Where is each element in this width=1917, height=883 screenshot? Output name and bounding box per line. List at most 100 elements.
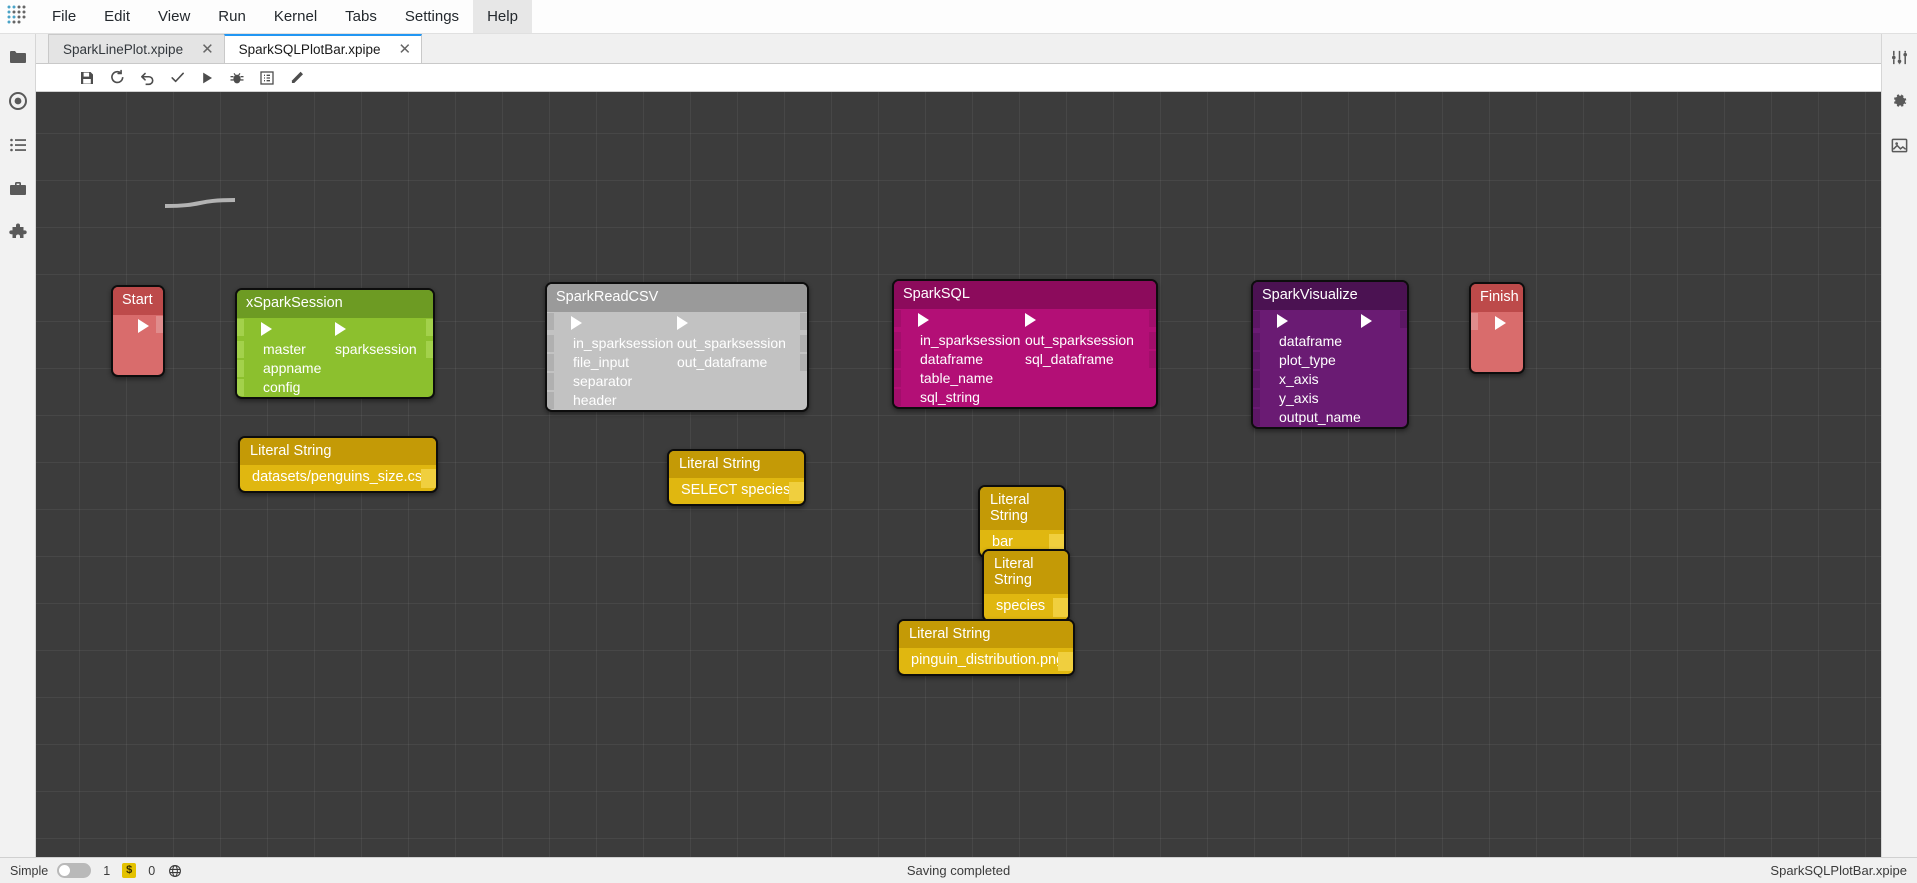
menu-item-kernel[interactable]: Kernel (260, 0, 331, 33)
input-port[interactable] (1253, 310, 1260, 328)
menu-item-run[interactable]: Run (204, 0, 260, 33)
output-port[interactable] (426, 340, 433, 358)
literal-node-lit-bar[interactable]: Literal String bar (978, 485, 1066, 558)
image-icon[interactable] (1889, 134, 1911, 156)
output-port[interactable] (1053, 598, 1068, 617)
input-port-row[interactable]: in_sparksession (894, 331, 1025, 350)
output-port[interactable] (1058, 652, 1073, 671)
exec-out-triangle-icon[interactable] (138, 318, 149, 333)
pencil-button[interactable] (284, 66, 310, 90)
output-port-row[interactable]: out_sparksession (677, 334, 807, 353)
input-port[interactable] (237, 340, 244, 358)
debug-button[interactable] (224, 66, 250, 90)
input-port-row[interactable]: config (237, 378, 335, 397)
input-port[interactable] (1253, 351, 1260, 369)
input-port[interactable] (894, 331, 901, 349)
input-port[interactable] (1253, 389, 1260, 407)
briefcase-icon[interactable] (7, 178, 29, 200)
input-port[interactable] (547, 391, 554, 409)
input-port[interactable] (894, 369, 901, 387)
input-port-row[interactable]: appname (237, 359, 335, 378)
exec-in-triangle-icon[interactable] (1495, 315, 1506, 330)
output-port-row[interactable]: sparksession (335, 340, 433, 359)
circle-record-icon[interactable] (7, 90, 29, 112)
validate-button[interactable] (164, 66, 190, 90)
output-port-row[interactable]: sql_dataframe (1025, 350, 1156, 369)
menu-item-edit[interactable]: Edit (90, 0, 144, 33)
pipeline-canvas-wrapper[interactable]: Start xSparkSession master appname config spa… (36, 92, 1881, 857)
input-port-row[interactable]: plot_type (1253, 351, 1361, 370)
output-port[interactable] (1149, 309, 1156, 327)
input-port-row[interactable]: header (547, 391, 677, 410)
output-port[interactable] (800, 353, 807, 371)
literal-node-lit-penguins[interactable]: Literal String datasets/penguins_size.csv (238, 436, 438, 493)
literal-value[interactable]: species (984, 594, 1068, 620)
menu-item-tabs[interactable]: Tabs (331, 0, 391, 33)
input-port[interactable] (1253, 370, 1260, 388)
menu-item-help[interactable]: Help (473, 0, 532, 33)
node-start[interactable]: Start (111, 285, 165, 377)
output-port-row[interactable]: out_dataframe (677, 353, 807, 372)
pipeline-canvas[interactable]: Start xSparkSession master appname config spa… (36, 92, 1881, 857)
output-port[interactable] (426, 318, 433, 336)
input-port-row[interactable]: master (237, 340, 335, 359)
node-finish[interactable]: Finish (1469, 282, 1525, 374)
gear-icon[interactable] (1889, 90, 1911, 112)
input-port-row[interactable]: in_sparksession (547, 334, 677, 353)
output-port[interactable] (800, 334, 807, 352)
input-port[interactable] (1471, 312, 1478, 330)
puzzle-icon[interactable] (7, 222, 29, 244)
folder-icon[interactable] (7, 46, 29, 68)
input-port-row[interactable]: x_axis (1253, 370, 1361, 389)
output-port[interactable] (789, 482, 804, 501)
input-port[interactable] (547, 353, 554, 371)
input-port[interactable] (894, 388, 901, 406)
literal-value[interactable]: pinguin_distribution.png (899, 648, 1073, 674)
exec-in-triangle-icon[interactable] (918, 312, 929, 327)
exec-out-triangle-icon[interactable] (335, 321, 346, 336)
node-sparkreadcsv[interactable]: SparkReadCSV in_sparksession file_input sep… (545, 282, 809, 412)
log-button[interactable] (254, 66, 280, 90)
input-port[interactable] (1253, 332, 1260, 350)
save-button[interactable] (74, 66, 100, 90)
input-port[interactable] (547, 372, 554, 390)
output-port[interactable] (156, 315, 163, 333)
literal-node-lit-sql[interactable]: Literal String SELECT species (667, 449, 806, 506)
input-port-row[interactable]: output_name (1253, 408, 1361, 427)
input-port[interactable] (547, 312, 554, 330)
input-port-row[interactable]: dataframe (1253, 332, 1361, 351)
reload-button[interactable] (104, 66, 130, 90)
literal-value[interactable]: SELECT species (669, 478, 804, 504)
input-port[interactable] (237, 378, 244, 396)
exec-out-triangle-icon[interactable] (677, 315, 688, 330)
output-port[interactable] (1400, 310, 1407, 328)
menu-item-settings[interactable]: Settings (391, 0, 473, 33)
output-port[interactable] (1149, 331, 1156, 349)
menu-item-view[interactable]: View (144, 0, 204, 33)
globe-icon[interactable] (167, 863, 182, 878)
literal-value[interactable]: datasets/penguins_size.csv (240, 465, 436, 491)
run-button[interactable] (194, 66, 220, 90)
input-port-row[interactable]: dataframe (894, 350, 1025, 369)
output-port[interactable] (1149, 350, 1156, 368)
exec-out-triangle-icon[interactable] (1025, 312, 1036, 327)
tab-sparksqlplotbar[interactable]: SparkSQLPlotBar.xpipe ✕ (223, 34, 423, 63)
output-port-row[interactable]: out_sparksession (1025, 331, 1156, 350)
menu-item-file[interactable]: File (38, 0, 90, 33)
input-port[interactable] (1253, 408, 1260, 426)
currency-badge[interactable]: $ (122, 862, 137, 879)
input-port-row[interactable]: separator (547, 372, 677, 391)
undo-button[interactable] (134, 66, 160, 90)
output-port[interactable] (800, 312, 807, 330)
sliders-icon[interactable] (1889, 46, 1911, 68)
input-port[interactable] (894, 309, 901, 327)
tab-sparklineplot[interactable]: SparkLinePlot.xpipe ✕ (48, 34, 225, 63)
input-port-row[interactable]: y_axis (1253, 389, 1361, 408)
output-port[interactable] (421, 469, 436, 488)
node-sparkvisualize[interactable]: SparkVisualize dataframe plot_type x_axis y_… (1251, 280, 1409, 429)
input-port[interactable] (894, 350, 901, 368)
input-port-row[interactable]: table_name (894, 369, 1025, 388)
input-port-row[interactable]: sql_string (894, 388, 1025, 407)
exec-out-triangle-icon[interactable] (1360, 313, 1372, 328)
close-icon[interactable]: ✕ (201, 42, 214, 57)
